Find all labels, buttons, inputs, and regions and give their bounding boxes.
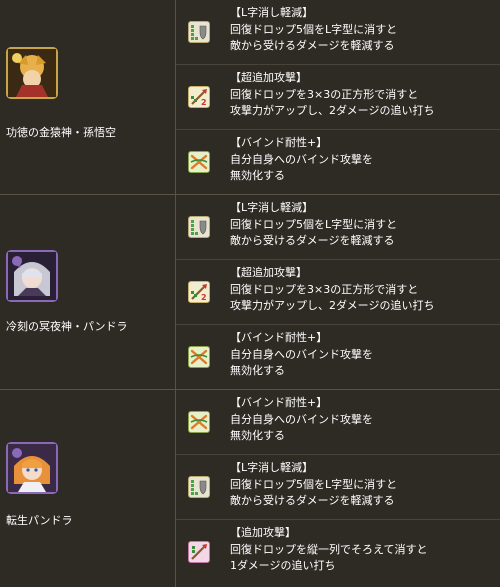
character-name: 功徳の金猿神・孫悟空 <box>6 126 116 139</box>
skill-row: 【バインド耐性+】 自分自身へのバインド攻撃を 無効化する <box>176 130 500 195</box>
svg-text:2: 2 <box>201 98 207 107</box>
skill-description-line: 回復ドロップ5個をL字型に消すと <box>230 477 398 491</box>
character-block: 冷刻の冥夜神・パンドラ 【L字消し軽減】 回復ドロップ5個をL字型に消すと 敵か… <box>0 195 500 390</box>
skill-name: 【バインド耐性+】 <box>230 331 328 344</box>
skill-row: 【バインド耐性+】 自分自身へのバインド攻撃を 無効化する <box>176 390 500 455</box>
bind-resist-icon[interactable] <box>188 411 210 433</box>
super-extra-attack-icon[interactable]: 2 <box>188 281 210 303</box>
character-name: 冷刻の冥夜神・パンドラ <box>6 320 128 333</box>
skill-description-line: 1ダメージの追い打ち <box>230 559 336 572</box>
awakening-skills-table: 功徳の金猿神・孫悟空 【L字消し軽減】 回復ドロップ5個をL字型に消すと 敵から… <box>0 0 500 587</box>
skill-row: 【追加攻撃】 回復ドロップを縦一列でそろえて消すと 1ダメージの追い打ち <box>176 520 500 587</box>
skill-description-line: 自分自身へのバインド攻撃を <box>230 152 373 166</box>
skill-text: 【L字消し軽減】 回復ドロップ5個をL字型に消すと 敵から受けるダメージを軽減す… <box>230 5 397 55</box>
skill-row: 【バインド耐性+】 自分自身へのバインド攻撃を 無効化する <box>176 325 500 390</box>
skill-name: 【L字消し軽減】 <box>230 461 314 474</box>
skill-row: 2 【超追加攻撃】 回復ドロップを3×3の正方形で消すと 攻撃力がアップし、2ダ… <box>176 65 500 130</box>
skill-name: 【超追加攻撃】 <box>230 71 307 84</box>
skill-text: 【バインド耐性+】 自分自身へのバインド攻撃を 無効化する <box>230 395 373 445</box>
bind-resist-icon[interactable] <box>188 151 210 173</box>
skill-text: 【超追加攻撃】 回復ドロップを3×3の正方形で消すと 攻撃力がアップし、2ダメー… <box>230 70 434 120</box>
l-shape-icon[interactable] <box>188 21 210 43</box>
super-extra-attack-icon[interactable]: 2 <box>188 86 210 108</box>
skill-description-line: 敵から受けるダメージを軽減する <box>230 39 395 52</box>
pandora-portrait-icon[interactable] <box>6 250 58 302</box>
l-shape-icon[interactable] <box>188 216 210 238</box>
skill-name: 【超追加攻撃】 <box>230 266 307 279</box>
skill-description-line: 回復ドロップ5個をL字型に消すと <box>230 217 398 231</box>
skill-text: 【L字消し軽減】 回復ドロップ5個をL字型に消すと 敵から受けるダメージを軽減す… <box>230 200 397 250</box>
skill-name: 【L字消し軽減】 <box>230 201 314 214</box>
skill-description-line: 無効化する <box>230 364 285 377</box>
character-cell: 功徳の金猿神・孫悟空 <box>0 0 176 194</box>
skill-description-line: 回復ドロップを3×3の正方形で消すと <box>230 87 419 101</box>
skill-row: 2 【超追加攻撃】 回復ドロップを3×3の正方形で消すと 攻撃力がアップし、2ダ… <box>176 260 500 325</box>
character-block: 転生パンドラ 【バインド耐性+】 自分自身へのバインド攻撃を 無効化する 【L字… <box>0 390 500 587</box>
skill-row: 【L字消し軽減】 回復ドロップ5個をL字型に消すと 敵から受けるダメージを軽減す… <box>176 195 500 260</box>
skill-text: 【追加攻撃】 回復ドロップを縦一列でそろえて消すと 1ダメージの追い打ち <box>230 525 427 575</box>
skill-text: 【バインド耐性+】 自分自身へのバインド攻撃を 無効化する <box>230 330 373 380</box>
skill-row: 【L字消し軽減】 回復ドロップ5個をL字型に消すと 敵から受けるダメージを軽減す… <box>176 0 500 65</box>
skill-description-line: 回復ドロップ5個をL字型に消すと <box>230 22 398 36</box>
skill-name: 【追加攻撃】 <box>230 526 296 539</box>
sun-wukong-portrait-icon[interactable] <box>6 47 58 99</box>
svg-text:2: 2 <box>201 293 207 302</box>
skill-text: 【超追加攻撃】 回復ドロップを3×3の正方形で消すと 攻撃力がアップし、2ダメー… <box>230 265 434 315</box>
skill-description-line: 無効化する <box>230 429 285 442</box>
skill-description-line: 敵から受けるダメージを軽減する <box>230 234 395 247</box>
character-name: 転生パンドラ <box>6 514 73 527</box>
skill-description-line: 自分自身へのバインド攻撃を <box>230 412 373 426</box>
skill-description-line: 無効化する <box>230 169 285 182</box>
reincarnated-pandora-portrait-icon[interactable] <box>6 442 58 494</box>
extra-attack-icon[interactable] <box>188 541 210 563</box>
skill-text: 【L字消し軽減】 回復ドロップ5個をL字型に消すと 敵から受けるダメージを軽減す… <box>230 460 397 510</box>
skill-description-line: 攻撃力がアップし、2ダメージの追い打ち <box>230 104 435 117</box>
skill-description-line: 攻撃力がアップし、2ダメージの追い打ち <box>230 299 435 312</box>
skill-name: 【L字消し軽減】 <box>230 6 314 19</box>
skill-description-line: 自分自身へのバインド攻撃を <box>230 347 373 361</box>
l-shape-icon[interactable] <box>188 476 210 498</box>
skill-description-line: 敵から受けるダメージを軽減する <box>230 494 395 507</box>
skill-name: 【バインド耐性+】 <box>230 396 328 409</box>
skill-text: 【バインド耐性+】 自分自身へのバインド攻撃を 無効化する <box>230 135 373 185</box>
skill-name: 【バインド耐性+】 <box>230 136 328 149</box>
bind-resist-icon[interactable] <box>188 346 210 368</box>
character-cell: 転生パンドラ <box>0 390 176 587</box>
character-block: 功徳の金猿神・孫悟空 【L字消し軽減】 回復ドロップ5個をL字型に消すと 敵から… <box>0 0 500 195</box>
skill-row: 【L字消し軽減】 回復ドロップ5個をL字型に消すと 敵から受けるダメージを軽減す… <box>176 455 500 520</box>
character-cell: 冷刻の冥夜神・パンドラ <box>0 195 176 389</box>
skill-description-line: 回復ドロップを縦一列でそろえて消すと <box>230 542 428 556</box>
skill-description-line: 回復ドロップを3×3の正方形で消すと <box>230 282 419 296</box>
